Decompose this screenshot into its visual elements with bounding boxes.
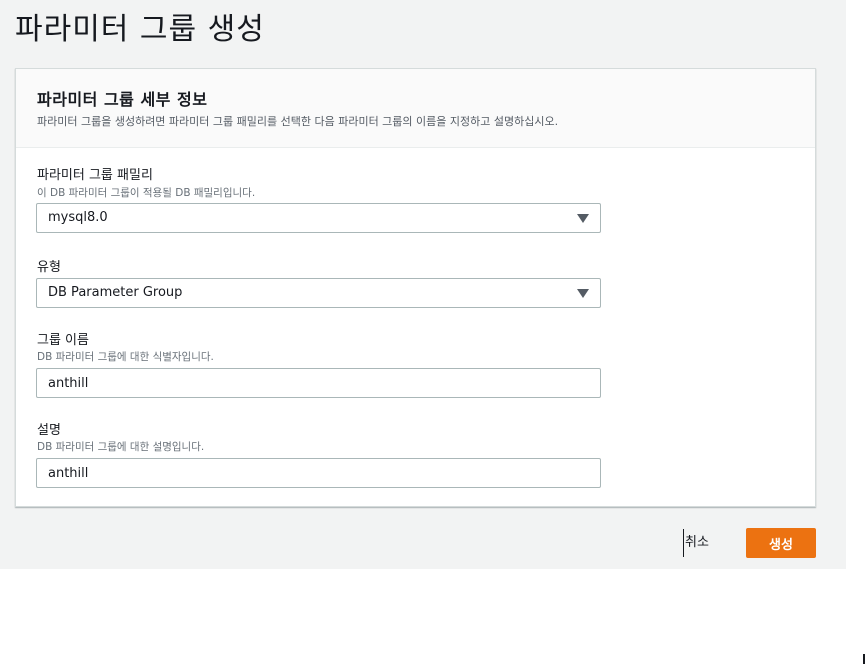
- caret-down-icon: [577, 214, 589, 223]
- group-name-label: 그룹 이름: [37, 333, 89, 348]
- type-label: 유형: [37, 260, 61, 275]
- panel-description: 파라미터 그룹을 생성하려면 파라미터 그룹 패밀리를 선택한 다음 파라미터 …: [37, 115, 559, 128]
- family-select[interactable]: mysql8.0: [36, 203, 601, 233]
- create-button[interactable]: 생성: [746, 528, 816, 558]
- description-label: 설명: [37, 423, 61, 438]
- type-select[interactable]: DB Parameter Group: [36, 278, 601, 308]
- group-name-input[interactable]: [36, 368, 601, 398]
- panel-header: 파라미터 그룹 세부 정보 파라미터 그룹을 생성하려면 파라미터 그룹 패밀리…: [16, 69, 815, 148]
- parameter-group-details-panel: 파라미터 그룹 세부 정보 파라미터 그룹을 생성하려면 파라미터 그룹 패밀리…: [15, 68, 816, 507]
- family-label: 파라미터 그룹 패밀리: [37, 168, 153, 183]
- description-hint: DB 파라미터 그룹에 대한 설명입니다.: [37, 441, 205, 453]
- cancel-button[interactable]: 취소: [683, 529, 709, 557]
- family-select-value: mysql8.0: [48, 210, 108, 225]
- type-select-value: DB Parameter Group: [48, 285, 183, 300]
- family-hint: 이 DB 파라미터 그룹이 적용될 DB 패밀리입니다.: [37, 187, 256, 199]
- caret-down-icon: [577, 289, 589, 298]
- page-content-area: 파라미터 그룹 생성 파라미터 그룹 세부 정보 파라미터 그룹을 생성하려면 …: [0, 0, 846, 569]
- description-input[interactable]: [36, 458, 601, 488]
- panel-heading: 파라미터 그룹 세부 정보: [37, 90, 208, 109]
- page-title: 파라미터 그룹 생성: [15, 12, 265, 47]
- group-name-hint: DB 파라미터 그룹에 대한 식별자입니다.: [37, 351, 214, 363]
- edge-cursor-mark: [863, 654, 865, 664]
